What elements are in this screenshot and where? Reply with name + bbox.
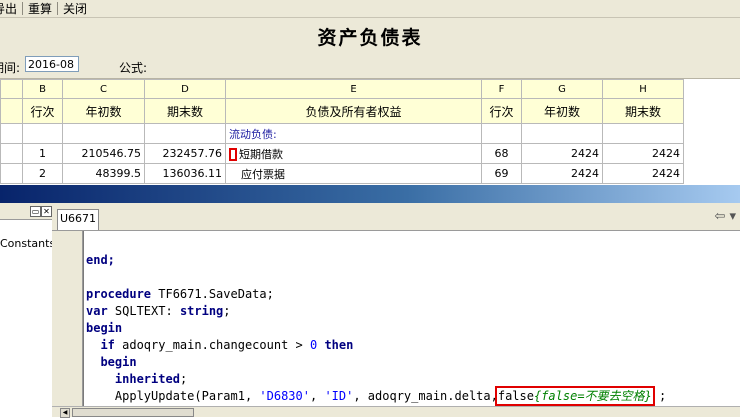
string-literal: 'D6830' <box>259 389 310 403</box>
table-row: 2 48399.5 136036.11 应付票据 69 2424 2424 <box>0 163 684 184</box>
column-letters-row: B C D E F G H <box>0 79 684 99</box>
semicolon: ; <box>223 304 231 318</box>
header-liabilities: 负债及所有者权益 <box>225 98 482 124</box>
report-title: 资产负债表 <box>0 18 740 54</box>
col-letter-c[interactable]: C <box>62 79 145 99</box>
header-begin-2: 年初数 <box>521 98 603 124</box>
cell[interactable]: 210546.75 <box>62 143 145 164</box>
constants-node[interactable]: Constants <box>0 237 55 250</box>
col-letter-h[interactable]: H <box>602 79 684 99</box>
col-letter <box>0 79 23 99</box>
highlighted-argument: false{false=不要去空格} <box>494 386 655 406</box>
cell[interactable] <box>144 123 226 144</box>
var-decl: SQLTEXT: <box>107 304 180 318</box>
row-header <box>0 143 23 164</box>
cell[interactable] <box>602 123 684 144</box>
cell[interactable]: 48399.5 <box>62 163 145 184</box>
call-args: , adoqry_main.delta, <box>353 389 498 403</box>
header-row: 行次 年初数 期末数 负债及所有者权益 行次 年初数 期末数 <box>0 98 684 124</box>
code-comment: {false=不要去空格} <box>533 389 652 403</box>
comma: , <box>309 389 325 403</box>
col-letter-g[interactable]: G <box>521 79 603 99</box>
back-arrow-icon[interactable]: ⇦ ▾ <box>714 209 736 224</box>
period-input[interactable]: 2016-08 <box>25 56 79 72</box>
menu-separator <box>57 2 59 15</box>
cell[interactable]: 2 <box>22 163 63 184</box>
cell[interactable] <box>521 123 603 144</box>
code-editor[interactable]: end; procedure TF6671.SaveData; var SQLT… <box>52 231 740 406</box>
cell[interactable]: 136036.11 <box>144 163 226 184</box>
cell-text: 应付票据 <box>241 167 285 181</box>
kw-var: var <box>86 304 108 318</box>
code-text: end; procedure TF6671.SaveData; var SQLT… <box>86 252 667 406</box>
cell[interactable] <box>62 123 145 144</box>
false-literal: false <box>497 389 534 403</box>
close-icon[interactable]: ✕ <box>41 206 52 217</box>
menu-separator <box>22 2 24 15</box>
period-bar: 期间: 2016-08 公式: <box>0 54 740 79</box>
cell-text: 短期借款 <box>239 147 283 161</box>
cell-section-label[interactable]: 流动负债: <box>225 123 482 144</box>
col-letter-b[interactable]: B <box>22 79 63 99</box>
menu-bar: 导出 重算 关闭 <box>0 0 740 18</box>
cell[interactable]: 2424 <box>602 143 684 164</box>
kw-then: then <box>324 338 354 352</box>
menu-export[interactable]: 导出 <box>0 0 22 17</box>
panel-minimize-icon[interactable]: ▭ <box>30 206 41 217</box>
cell[interactable]: 1 <box>22 143 63 164</box>
number-literal: 0 <box>309 338 318 352</box>
cell[interactable] <box>481 123 522 144</box>
header-end-2: 期末数 <box>602 98 684 124</box>
col-letter-d[interactable]: D <box>144 79 226 99</box>
apply-update-call: ApplyUpdate(Param1, <box>114 389 260 403</box>
header-row-no: 行次 <box>22 98 63 124</box>
header-row-no-2: 行次 <box>481 98 522 124</box>
tab-u6671[interactable]: U6671 <box>57 209 99 230</box>
balance-sheet-grid: B C D E F G H 行次 年初数 期末数 负债及所有者权益 行次 年初数… <box>0 79 684 184</box>
formula-label: 公式: <box>119 61 148 75</box>
kw-begin: begin <box>86 321 123 335</box>
period-label: 期间: <box>0 61 21 75</box>
kw-procedure: procedure <box>86 287 152 301</box>
semicolon: ; <box>179 372 188 386</box>
semicolon: ; <box>659 389 667 403</box>
col-letter-e[interactable]: E <box>225 79 482 99</box>
kw-begin-2: begin <box>100 355 137 369</box>
editor-tab-bar: U6671 ⇦ ▾ <box>52 203 740 231</box>
cell[interactable]: 2424 <box>602 163 684 184</box>
if-condition: adoqry_main.changecount > <box>114 338 310 352</box>
row-header <box>0 123 23 144</box>
structure-panel-header: ▭ ✕ <box>0 203 52 220</box>
string-literal: 'ID' <box>324 389 354 403</box>
cell[interactable]: 232457.76 <box>144 143 226 164</box>
horizontal-scrollbar[interactable]: ◀ <box>52 406 740 418</box>
header-begin: 年初数 <box>62 98 145 124</box>
col-letter-f[interactable]: F <box>481 79 522 99</box>
code-line-end: end; <box>86 253 115 267</box>
kw-inherited: inherited <box>114 372 180 386</box>
proc-name: TF6671.SaveData; <box>151 287 274 301</box>
scroll-left-icon[interactable]: ◀ <box>60 408 70 418</box>
cell[interactable]: 应付票据 <box>225 163 482 184</box>
ide-title-bar <box>0 185 740 203</box>
gutter-divider <box>83 231 84 406</box>
menu-recalc[interactable]: 重算 <box>28 0 57 17</box>
table-row: 1 210546.75 232457.76 短期借款 68 2424 2424 <box>0 143 684 164</box>
cell[interactable]: 2424 <box>521 143 603 164</box>
table-row: 流动负债: <box>0 123 684 144</box>
kw-if: if <box>100 338 115 352</box>
cell[interactable] <box>22 123 63 144</box>
row-header <box>0 163 23 184</box>
header-cell <box>0 98 23 124</box>
highlight-box <box>229 148 237 161</box>
structure-panel: ▭ ✕ Constants <box>0 203 55 416</box>
header-end: 期末数 <box>144 98 226 124</box>
kw-string: string <box>179 304 224 318</box>
editor-gutter <box>52 231 83 406</box>
cell[interactable]: 2424 <box>521 163 603 184</box>
cell[interactable]: 短期借款 <box>225 143 482 164</box>
cell[interactable]: 68 <box>481 143 522 164</box>
menu-close[interactable]: 关闭 <box>63 0 92 17</box>
cell[interactable]: 69 <box>481 163 522 184</box>
